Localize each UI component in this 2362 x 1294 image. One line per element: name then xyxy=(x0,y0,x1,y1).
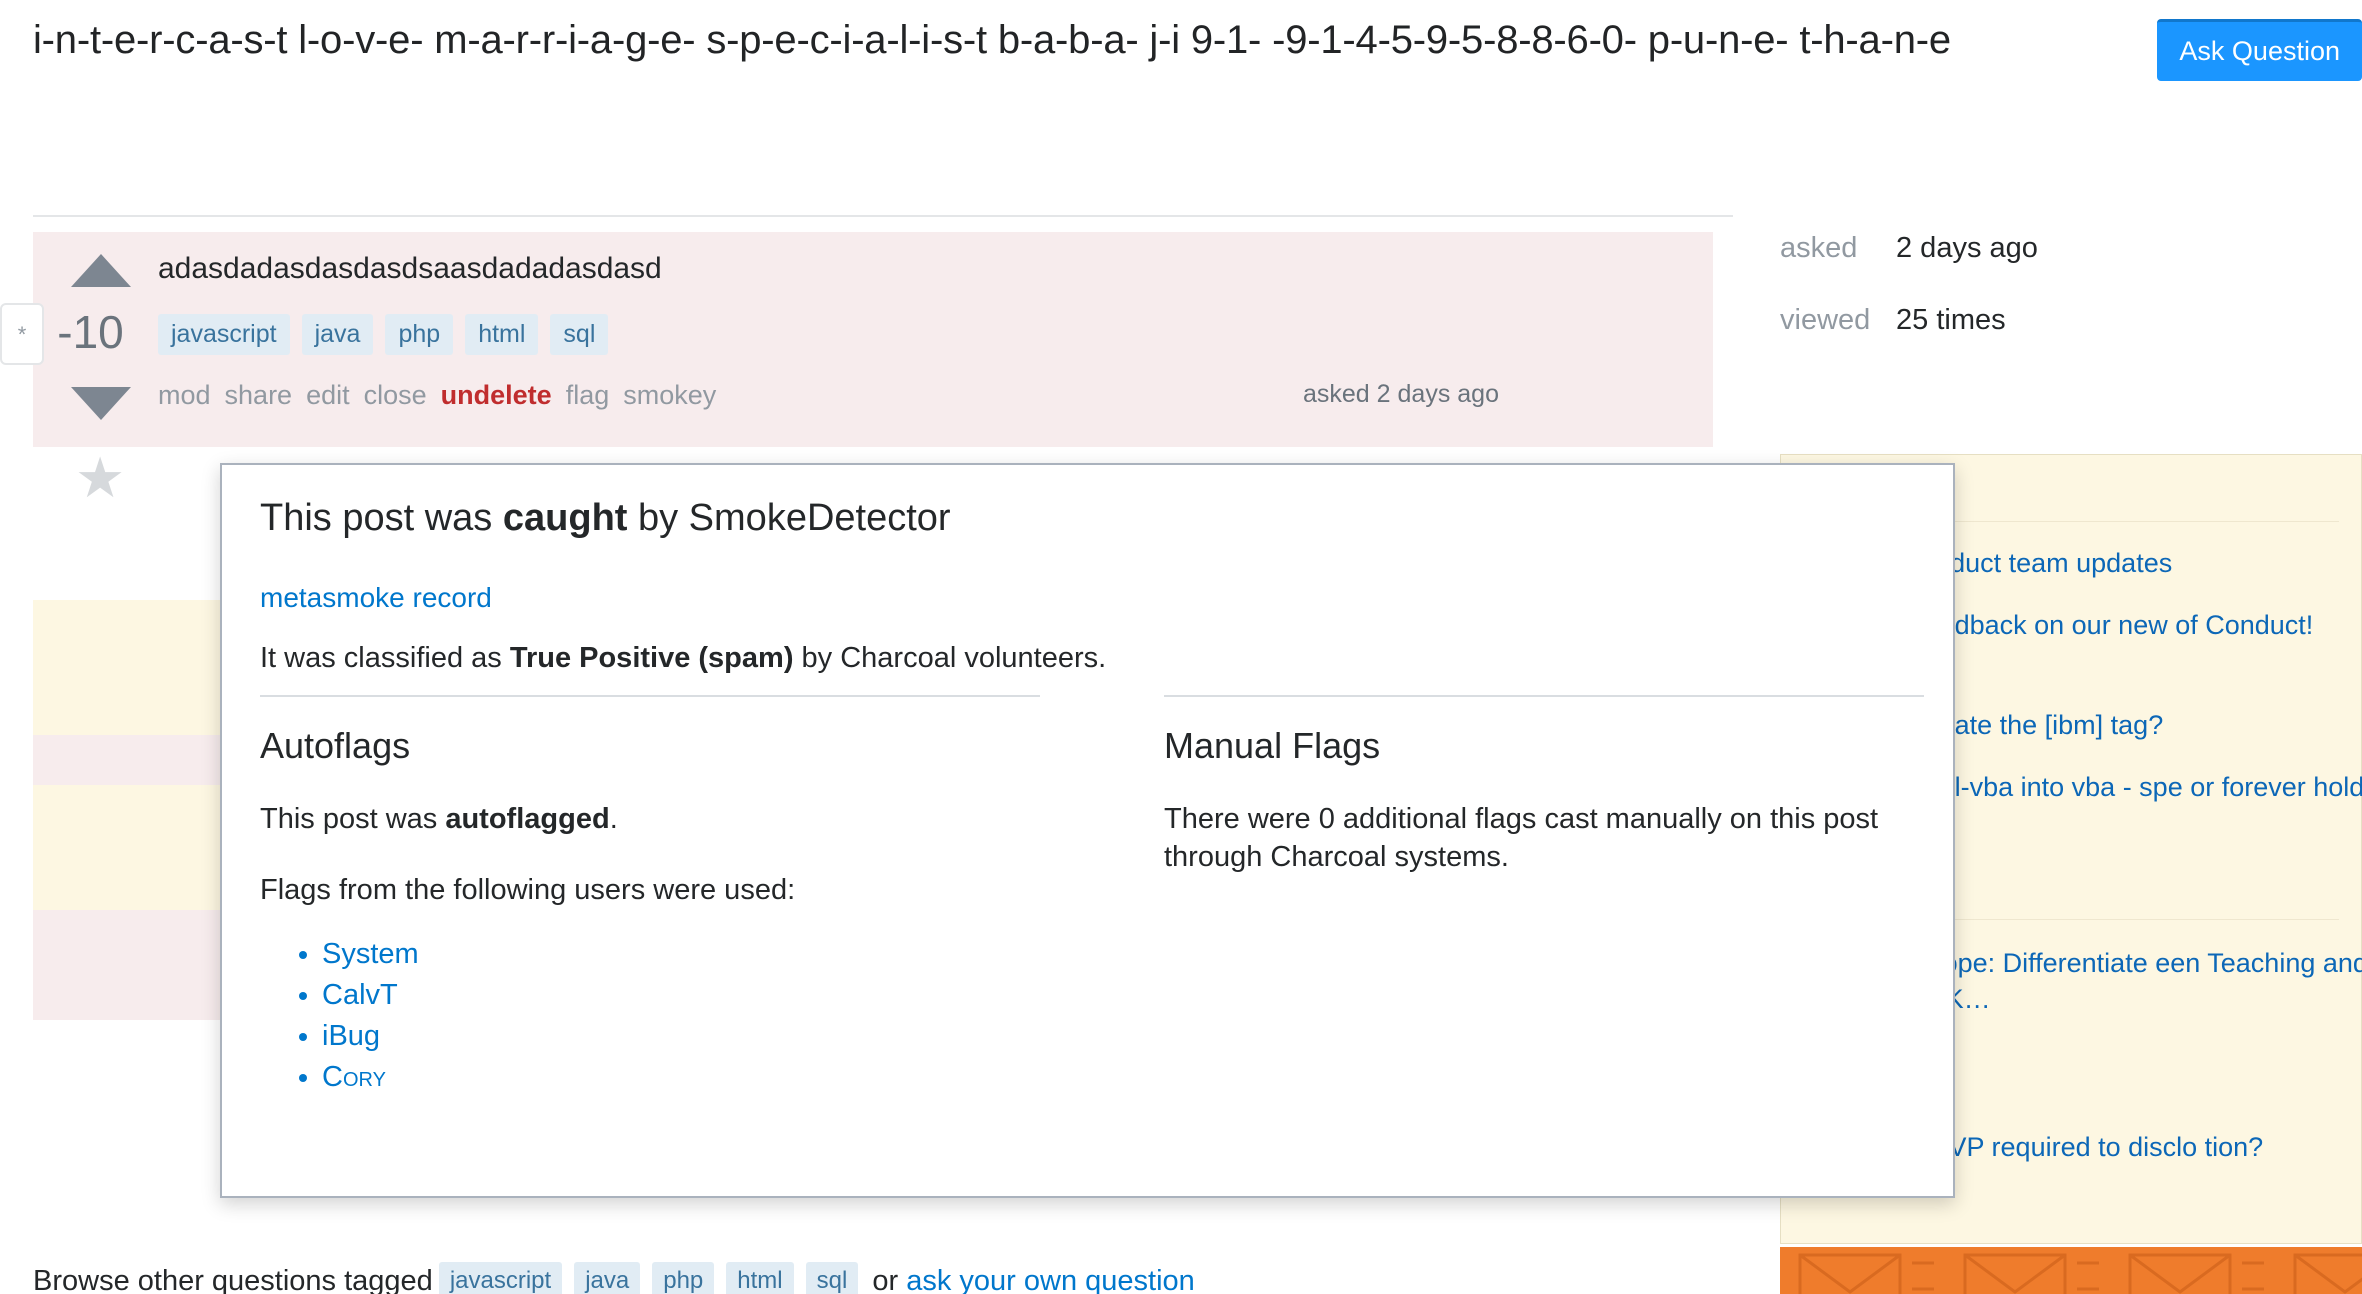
metasmoke-record-link[interactable]: metasmoke record xyxy=(260,582,492,614)
list-item[interactable]: System xyxy=(322,934,1040,975)
footer-tag-html[interactable]: html xyxy=(726,1262,794,1294)
classification-prefix: It was classified as xyxy=(260,642,510,674)
tag-html[interactable]: html xyxy=(465,314,539,355)
stat-key-asked: asked xyxy=(1780,232,1858,264)
browse-other-questions: Browse other questions tagged javascript j… xyxy=(33,1262,1195,1294)
action-share[interactable]: share xyxy=(225,380,293,410)
action-close[interactable]: close xyxy=(364,380,427,410)
action-mod[interactable]: mod xyxy=(158,380,211,410)
footer-or-label: or xyxy=(872,1265,899,1294)
manual-flags-body: There were 0 additional flags cast manua… xyxy=(1164,803,1879,874)
manual-flags-divider xyxy=(1164,695,1924,697)
classification-suffix: by Charcoal volunteers. xyxy=(793,642,1107,674)
action-edit[interactable]: edit xyxy=(306,380,350,410)
footer-tag-javascript[interactable]: javascript xyxy=(438,1262,563,1294)
action-undelete[interactable]: undelete xyxy=(441,380,552,410)
autoflags-heading: Autoflags xyxy=(260,725,411,766)
page-title: i-n-t-e-r-c-a-s-t l-o-v-e- m-a-r-r-i-a-g… xyxy=(33,18,1951,62)
classification-bold: True Positive (spam) xyxy=(509,642,794,674)
manual-flags-heading: Manual Flags xyxy=(1164,725,1381,766)
action-smokey[interactable]: smokey xyxy=(623,380,716,410)
ask-own-question-link[interactable]: ask your own question xyxy=(906,1265,1195,1294)
status-badge: * xyxy=(0,303,44,365)
stat-row-asked: asked 2 days ago xyxy=(1780,232,2362,304)
action-flag[interactable]: flag xyxy=(566,380,610,410)
autoflag-bold: autoflagged xyxy=(445,803,610,835)
autoflags-line-2: Flags from the following users were used… xyxy=(260,874,796,907)
flag-user-ibug[interactable]: iBug xyxy=(322,1020,380,1052)
post-asked-meta: asked 2 days ago xyxy=(1303,380,1499,408)
dialog-title: This post was caught by SmokeDetector xyxy=(260,497,951,540)
envelope-pattern-icon xyxy=(1798,1253,2362,1294)
autoflags-divider xyxy=(260,695,1040,697)
list-item[interactable]: Cory xyxy=(322,1057,1040,1098)
footer-tag-php[interactable]: php xyxy=(652,1262,715,1294)
vote-cell: -10 ★ xyxy=(33,232,148,506)
question-header: i-n-t-e-r-c-a-s-t l-o-v-e- m-a-r-r-i-a-g… xyxy=(0,0,2362,215)
autoflag-user-list: System CalvT iBug Cory xyxy=(260,934,1040,1099)
flag-user-cory[interactable]: Cory xyxy=(322,1061,386,1093)
flag-user-system[interactable]: System xyxy=(322,938,419,970)
upvote-icon[interactable] xyxy=(71,254,131,287)
dialog-classification: It was classified as True Positive (spam… xyxy=(260,642,1106,675)
smokedetector-dialog: This post was caught by SmokeDetector me… xyxy=(220,463,1955,1198)
vote-count: -10 xyxy=(57,306,124,358)
autoflags-line-1: This post was autoflagged. xyxy=(260,800,1040,838)
ask-question-button[interactable]: Ask Question xyxy=(2157,19,2362,81)
manual-flags-column: Manual Flags There were 0 additional fla… xyxy=(1164,695,1924,877)
autoflag-prefix: This post was xyxy=(260,803,446,835)
autoflags-column: Autoflags This post was autoflagged. Fla… xyxy=(260,695,1040,1098)
post-action-links: mod share edit close undelete flag smokey xyxy=(158,380,730,411)
autoflag-suffix: . xyxy=(609,803,618,835)
question-post: -10 ★ adasdadasdasdasdsaasdadadasdasd ja… xyxy=(33,232,1713,506)
tag-javascript[interactable]: javascript xyxy=(158,314,290,355)
footer-tag-sql[interactable]: sql xyxy=(805,1262,859,1294)
stat-value-asked: 2 days ago xyxy=(1896,232,2038,264)
dialog-title-prefix: This post was xyxy=(260,497,503,539)
tag-java[interactable]: java xyxy=(301,314,374,355)
post-tag-list: javascript java php html sql xyxy=(158,314,620,355)
list-item[interactable]: iBug xyxy=(322,1016,1040,1057)
dialog-title-bold: caught xyxy=(502,497,628,539)
page-root: i-n-t-e-r-c-a-s-t l-o-v-e- m-a-r-r-i-a-g… xyxy=(0,0,2362,1294)
list-item[interactable]: CalvT xyxy=(322,975,1040,1016)
stat-value-viewed: 25 times xyxy=(1896,304,2006,336)
question-stats: asked 2 days ago viewed 25 times xyxy=(1780,232,2362,376)
post-body-text: adasdadasdasdasdsaasdadadasdasd xyxy=(158,252,662,285)
stat-key-viewed: viewed xyxy=(1780,304,1871,336)
newsletter-banner[interactable] xyxy=(1780,1247,2362,1294)
header-divider xyxy=(33,215,1733,217)
tag-php[interactable]: php xyxy=(385,314,454,355)
favorite-star-icon[interactable]: ★ xyxy=(75,450,125,506)
tag-sql[interactable]: sql xyxy=(550,314,609,355)
browse-prefix-label: Browse other questions tagged xyxy=(33,1265,433,1294)
downvote-icon[interactable] xyxy=(71,387,131,420)
flag-user-calvt[interactable]: CalvT xyxy=(322,979,398,1011)
dialog-title-suffix: by SmokeDetector xyxy=(627,497,951,539)
footer-tag-java[interactable]: java xyxy=(574,1262,641,1294)
stat-row-viewed: viewed 25 times xyxy=(1780,304,2362,376)
